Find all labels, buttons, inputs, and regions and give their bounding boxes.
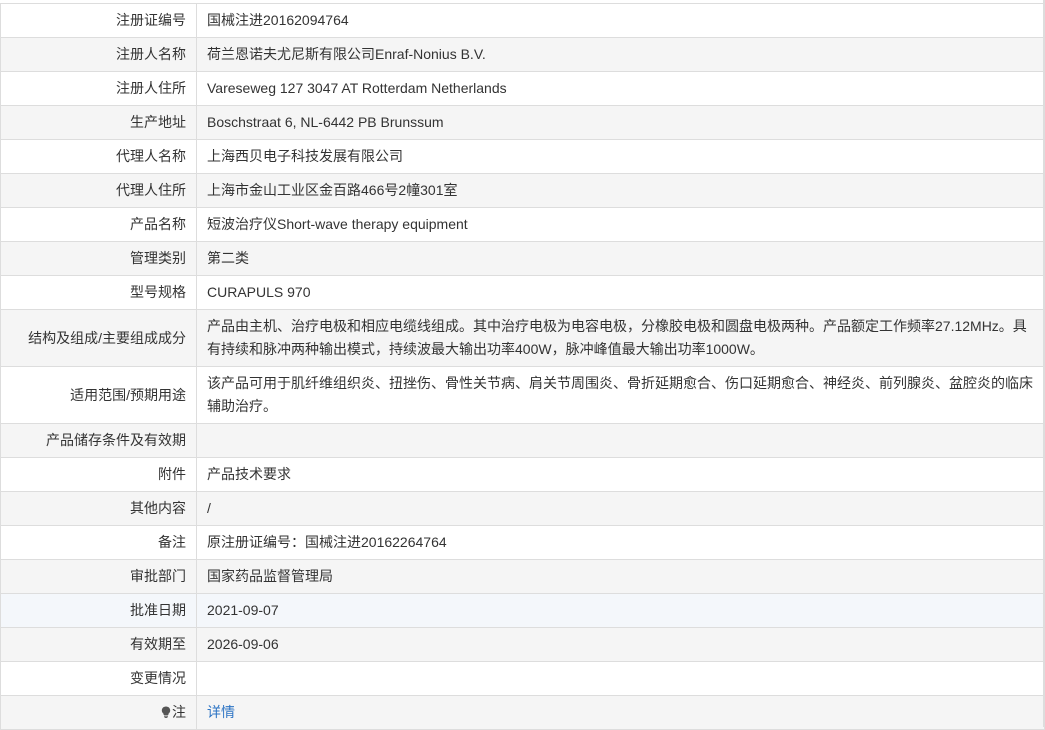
table-row: 代理人住所 上海市金山工业区金百路466号2幢301室 xyxy=(0,173,1045,208)
field-label: 其他内容 xyxy=(0,491,197,526)
table-row: 管理类别 第二类 xyxy=(0,241,1045,276)
field-value: CURAPULS 970 xyxy=(196,275,1045,310)
field-value: Boschstraat 6, NL-6442 PB Brunssum xyxy=(196,105,1045,140)
field-label: 产品储存条件及有效期 xyxy=(0,423,197,458)
field-value: 荷兰恩诺夫尤尼斯有限公司Enraf-Nonius B.V. xyxy=(196,37,1045,72)
field-value: 上海市金山工业区金百路466号2幢301室 xyxy=(196,173,1045,208)
field-label: 批准日期 xyxy=(0,593,197,628)
field-label: 审批部门 xyxy=(0,559,197,594)
table-row: 审批部门 国家药品监督管理局 xyxy=(0,559,1045,594)
field-value: 国械注进20162094764 xyxy=(196,3,1045,38)
table-row: 产品名称 短波治疗仪Short-wave therapy equipment xyxy=(0,207,1045,242)
field-label: 管理类别 xyxy=(0,241,197,276)
field-label: 适用范围/预期用途 xyxy=(0,366,197,424)
field-label: 生产地址 xyxy=(0,105,197,140)
field-label: 结构及组成/主要组成成分 xyxy=(0,309,197,367)
field-label: 代理人住所 xyxy=(0,173,197,208)
field-label: 附件 xyxy=(0,457,197,492)
note-value-cell: 详情 xyxy=(196,695,1045,730)
field-value: 短波治疗仪Short-wave therapy equipment xyxy=(196,207,1045,242)
field-label: 变更情况 xyxy=(0,661,197,696)
table-row: 结构及组成/主要组成成分 产品由主机、治疗电极和相应电缆线组成。其中治疗电极为电… xyxy=(0,309,1045,367)
table-row: 注册人住所 Vareseweg 127 3047 AT Rotterdam Ne… xyxy=(0,71,1045,106)
note-label: 注 xyxy=(172,704,186,720)
field-value: 上海西贝电子科技发展有限公司 xyxy=(196,139,1045,174)
field-label: 注册人名称 xyxy=(0,37,197,72)
table-row: 代理人名称 上海西贝电子科技发展有限公司 xyxy=(0,139,1045,174)
field-label: 备注 xyxy=(0,525,197,560)
table-row: 有效期至 2026-09-06 xyxy=(0,627,1045,662)
field-label: 有效期至 xyxy=(0,627,197,662)
table-row: 备注 原注册证编号：国械注进20162264764 xyxy=(0,525,1045,560)
field-label: 注册证编号 xyxy=(0,3,197,38)
field-value: Vareseweg 127 3047 AT Rotterdam Netherla… xyxy=(196,71,1045,106)
table-row: 其他内容 / xyxy=(0,491,1045,526)
field-value: 国家药品监督管理局 xyxy=(196,559,1045,594)
table-row: 适用范围/预期用途 该产品可用于肌纤维组织炎、扭挫伤、骨性关节病、肩关节周围炎、… xyxy=(0,366,1045,424)
table-row: 生产地址 Boschstraat 6, NL-6442 PB Brunssum xyxy=(0,105,1045,140)
field-value: 产品由主机、治疗电极和相应电缆线组成。其中治疗电极为电容电极，分橡胶电极和圆盘电… xyxy=(196,309,1045,367)
field-value: 2026-09-06 xyxy=(196,627,1045,662)
field-label: 产品名称 xyxy=(0,207,197,242)
field-label: 代理人名称 xyxy=(0,139,197,174)
field-value xyxy=(196,661,1045,696)
lightbulb-icon xyxy=(161,706,171,718)
details-link[interactable]: 详情 xyxy=(207,704,235,720)
field-value: 原注册证编号：国械注进20162264764 xyxy=(196,525,1045,560)
field-value: 产品技术要求 xyxy=(196,457,1045,492)
field-label: 注册人住所 xyxy=(0,71,197,106)
registration-detail-table: 注册证编号 国械注进20162094764 注册人名称 荷兰恩诺夫尤尼斯有限公司… xyxy=(0,3,1045,730)
note-row: 注 详情 xyxy=(0,695,1045,730)
table-row: 注册人名称 荷兰恩诺夫尤尼斯有限公司Enraf-Nonius B.V. xyxy=(0,37,1045,72)
field-value: 第二类 xyxy=(196,241,1045,276)
field-value: 该产品可用于肌纤维组织炎、扭挫伤、骨性关节病、肩关节周围炎、骨折延期愈合、伤口延… xyxy=(196,366,1045,424)
field-value: / xyxy=(196,491,1045,526)
field-label: 型号规格 xyxy=(0,275,197,310)
table-row: 注册证编号 国械注进20162094764 xyxy=(0,3,1045,38)
table-row: 批准日期 2021-09-07 xyxy=(0,593,1045,628)
table-row: 型号规格 CURAPULS 970 xyxy=(0,275,1045,310)
note-label-cell: 注 xyxy=(0,695,197,730)
table-row: 变更情况 xyxy=(0,661,1045,696)
field-value xyxy=(196,423,1045,458)
table-row: 产品储存条件及有效期 xyxy=(0,423,1045,458)
field-value: 2021-09-07 xyxy=(196,593,1045,628)
table-row: 附件 产品技术要求 xyxy=(0,457,1045,492)
